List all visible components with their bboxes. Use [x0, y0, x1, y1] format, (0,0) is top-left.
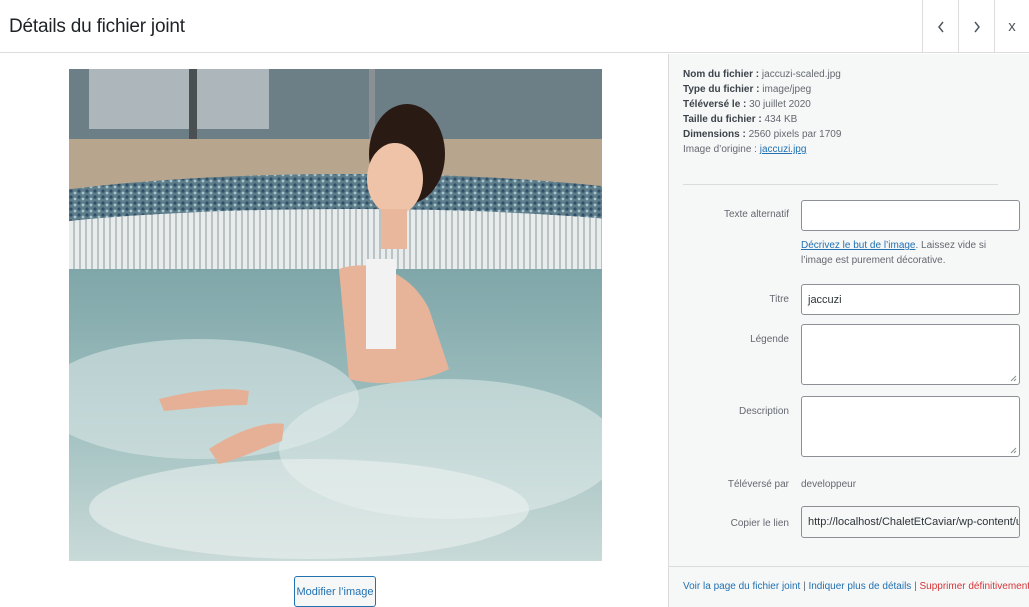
uploaded-by-label: Téléversé par: [727, 479, 789, 490]
file-info: Nom du fichier : jaccuzi-scaled.jpg Type…: [683, 67, 841, 157]
alt-text-help: Décrivez le but de l’image. Laissez vide…: [801, 240, 987, 266]
previous-button[interactable]: [922, 0, 958, 53]
alt-text-input[interactable]: [801, 200, 1020, 231]
attachment-preview: Modifier l’image: [0, 54, 668, 607]
upload-date: 30 juillet 2020: [749, 99, 811, 110]
delete-permanently-link[interactable]: Supprimer définitivement: [919, 581, 1029, 592]
upload-date-row: Téléversé le : 30 juillet 2020: [683, 99, 811, 110]
copy-link-input[interactable]: http://localhost/ChaletEtCaviar/wp-conte…: [801, 506, 1020, 538]
title-input[interactable]: jaccuzi: [801, 284, 1020, 315]
original-image-link[interactable]: jaccuzi.jpg: [760, 144, 807, 155]
description-textarea[interactable]: [801, 396, 1020, 457]
edit-image-button[interactable]: Modifier l’image: [294, 576, 376, 607]
copy-link-label: Copier le lien: [730, 518, 789, 529]
original-image-row: Image d’origine : jaccuzi.jpg: [683, 144, 807, 155]
attachment-actions: Voir la page du fichier joint | Indiquer…: [683, 581, 1029, 592]
resize-handle-icon[interactable]: [1010, 447, 1017, 454]
uploaded-by-value: developpeur: [801, 479, 857, 490]
close-button[interactable]: x: [994, 0, 1029, 53]
file-name: jaccuzi-scaled.jpg: [761, 69, 841, 80]
view-attachment-page-link[interactable]: Voir la page du fichier joint: [683, 581, 800, 592]
dimensions-row: Dimensions : 2560 pixels par 1709: [683, 129, 842, 140]
divider: [669, 566, 1029, 567]
jacuzzi-photo: [69, 69, 602, 561]
next-button[interactable]: [958, 0, 994, 53]
modal-header: Détails du fichier joint x: [0, 0, 1029, 53]
resize-handle-icon[interactable]: [1010, 375, 1017, 382]
alt-text-label: Texte alternatif: [723, 209, 789, 220]
file-type: image/jpeg: [762, 84, 812, 95]
attachment-details-sidebar: Nom du fichier : jaccuzi-scaled.jpg Type…: [668, 54, 1029, 607]
chevron-right-icon: [973, 21, 980, 32]
close-icon: x: [1008, 18, 1016, 35]
attachment-image: [69, 69, 602, 561]
dimensions: 2560 pixels par 1709: [748, 129, 842, 140]
caption-label: Légende: [750, 334, 789, 345]
file-size: 434 KB: [764, 114, 798, 125]
file-size-row: Taille du fichier : 434 KB: [683, 114, 798, 125]
file-name-row: Nom du fichier : jaccuzi-scaled.jpg: [683, 69, 841, 80]
alt-text-help-link[interactable]: Décrivez le but de l’image: [801, 240, 916, 251]
title-label: Titre: [769, 294, 789, 305]
file-type-row: Type du fichier : image/jpeg: [683, 84, 812, 95]
divider: [683, 184, 998, 185]
description-label: Description: [738, 406, 789, 417]
more-details-link[interactable]: Indiquer plus de détails: [808, 581, 911, 592]
chevron-left-icon: [937, 21, 944, 32]
page-title: Détails du fichier joint: [9, 16, 185, 37]
caption-textarea[interactable]: [801, 324, 1020, 385]
